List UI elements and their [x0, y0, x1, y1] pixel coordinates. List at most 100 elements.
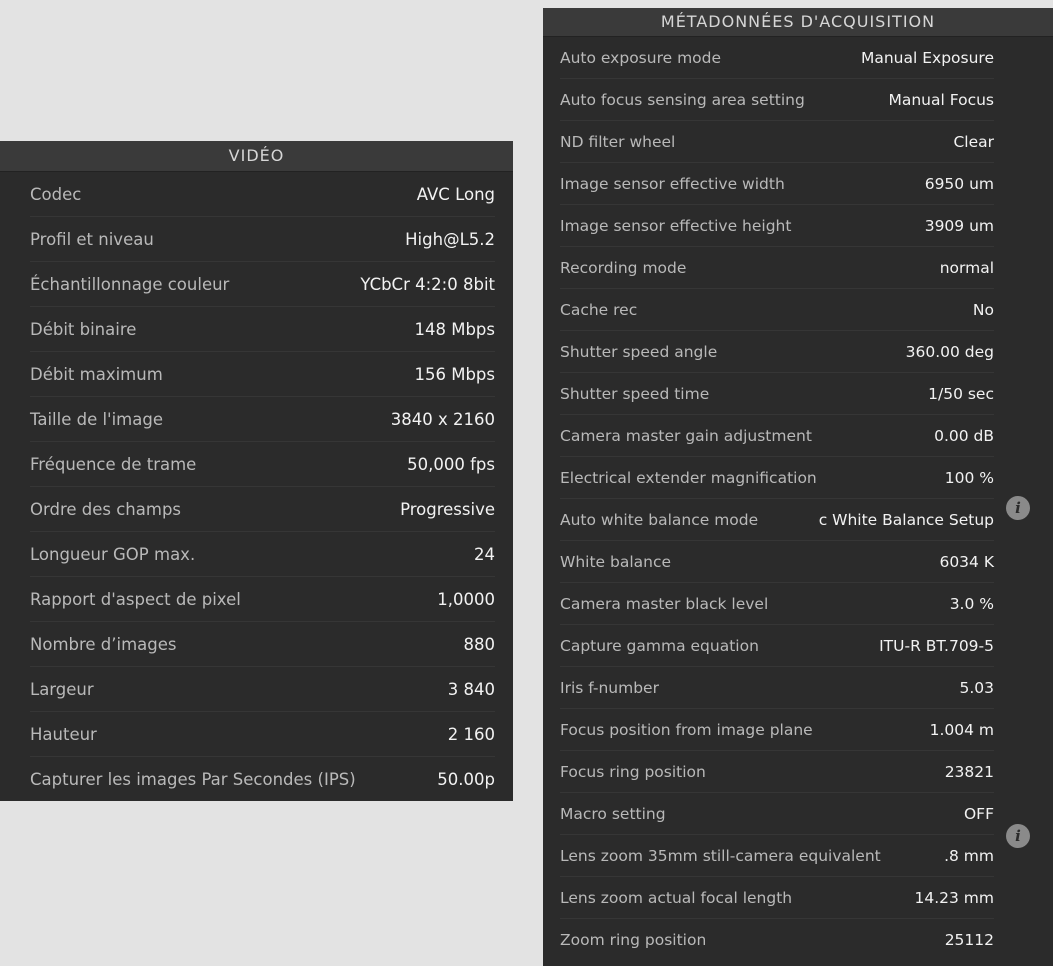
row-label: ND filter wheel	[560, 132, 676, 151]
metadata-row: Camera master gain adjustment 0.00 dB	[560, 415, 994, 457]
metadata-row: Image sensor effective width 6950 um	[560, 163, 994, 205]
info-icon[interactable]: i	[1006, 496, 1030, 520]
metadata-row: Ordre des champs Progressive	[30, 487, 495, 532]
row-label: Macro setting	[560, 804, 666, 823]
metadata-row: Hauteur 2 160	[30, 712, 495, 757]
row-value: ITU-R BT.709-5	[879, 636, 994, 655]
row-label: Recording mode	[560, 258, 687, 277]
acquisition-panel-title: MÉTADONNÉES D'ACQUISITION	[543, 8, 1053, 37]
metadata-row: Débit maximum 156 Mbps	[30, 352, 495, 397]
metadata-row: Macro setting OFF	[560, 793, 994, 835]
row-value: 1,0000	[437, 589, 495, 609]
row-label: Focus ring position	[560, 762, 706, 781]
row-label: Lens zoom actual focal length	[560, 888, 793, 907]
row-value: Clear	[953, 132, 994, 151]
metadata-row: Capture gamma equation ITU-R BT.709-5	[560, 625, 994, 667]
row-value: 360.00 deg	[905, 342, 994, 361]
metadata-row: Focus position from image plane 1.004 m	[560, 709, 994, 751]
row-label: Camera master gain adjustment	[560, 426, 812, 445]
row-value: normal	[939, 258, 994, 277]
row-label: Auto white balance mode	[560, 510, 759, 529]
row-label: Taille de l'image	[30, 409, 163, 429]
metadata-row: Nombre d’images 880	[30, 622, 495, 667]
metadata-row: Shutter speed angle 360.00 deg	[560, 331, 994, 373]
row-value: 1.004 m	[929, 720, 994, 739]
metadata-row: Auto white balance mode c White Balance S…	[560, 499, 994, 541]
metadata-row: Recording mode normal	[560, 247, 994, 289]
row-label: Longueur GOP max.	[30, 544, 196, 564]
metadata-row: Taille de l'image 3840 x 2160	[30, 397, 495, 442]
metadata-row: White balance 6034 K	[560, 541, 994, 583]
metadata-row: Capturer les images Par Secondes (IPS) 50…	[30, 757, 495, 801]
row-label: Image sensor effective height	[560, 216, 792, 235]
row-value: OFF	[963, 804, 994, 823]
row-value: 5.03	[959, 678, 994, 697]
row-label: Image sensor effective width	[560, 174, 785, 193]
metadata-row: ND filter wheel Clear	[560, 121, 994, 163]
row-value: AVC Long	[416, 184, 495, 204]
metadata-row: Cache rec No	[560, 289, 994, 331]
row-value: Progressive	[400, 499, 495, 519]
row-value: 3.0 %	[949, 594, 994, 613]
row-value: c White Balance Setup	[818, 510, 994, 529]
row-label: Profil et niveau	[30, 229, 154, 249]
metadata-row: Codec AVC Long	[30, 172, 495, 217]
row-value: 100 %	[944, 468, 994, 487]
acquisition-metadata-panel: MÉTADONNÉES D'ACQUISITION Auto exposure …	[543, 8, 1053, 966]
row-value: 0.00 dB	[934, 426, 994, 445]
row-label: Largeur	[30, 679, 94, 699]
row-label: Débit binaire	[30, 319, 137, 339]
row-value: 3840 x 2160	[390, 409, 495, 429]
row-value: 3909 um	[924, 216, 994, 235]
row-value: 156 Mbps	[414, 364, 495, 384]
metadata-row: Échantillonnage couleur YCbCr 4:2:0 8bit	[30, 262, 495, 307]
metadata-row: Zoom ring position 25112	[560, 919, 994, 960]
metadata-row: Camera master black level 3.0 %	[560, 583, 994, 625]
row-value: 25112	[944, 930, 994, 949]
row-value: 3 840	[447, 679, 495, 699]
row-label: Ordre des champs	[30, 499, 182, 519]
row-label: Shutter speed time	[560, 384, 710, 403]
metadata-row: Auto exposure mode Manual Exposure	[560, 37, 994, 79]
video-panel-title: VIDÉO	[0, 141, 513, 172]
row-value: 880	[463, 634, 496, 654]
row-label: Débit maximum	[30, 364, 163, 384]
metadata-row: Longueur GOP max. 24	[30, 532, 495, 577]
row-value: High@L5.2	[405, 229, 495, 249]
metadata-row: Image sensor effective height 3909 um	[560, 205, 994, 247]
video-rows: Codec AVC Long Profil et niveau High@L5.2 Éc…	[0, 172, 513, 801]
metadata-row: Débit binaire 148 Mbps	[30, 307, 495, 352]
row-label: Auto exposure mode	[560, 48, 722, 67]
row-value: 148 Mbps	[414, 319, 495, 339]
metadata-row: Electrical extender magnification 100 %	[560, 457, 994, 499]
row-label: Codec	[30, 184, 82, 204]
row-label: Focus position from image plane	[560, 720, 813, 739]
row-label: Auto focus sensing area setting	[560, 90, 805, 109]
row-value: 50.00p	[437, 769, 495, 789]
row-label: Cache rec	[560, 300, 638, 319]
row-label: White balance	[560, 552, 672, 571]
row-label: Fréquence de trame	[30, 454, 197, 474]
row-value: 50,000 fps	[407, 454, 495, 474]
row-label: Capturer les images Par Secondes (IPS)	[30, 769, 356, 789]
row-value: 2 160	[447, 724, 495, 744]
metadata-row: Lens zoom 35mm still-camera equivalent .8…	[560, 835, 994, 877]
row-value: Manual Focus	[888, 90, 994, 109]
row-label: Shutter speed angle	[560, 342, 718, 361]
acquisition-rows: Auto exposure mode Manual Exposure Auto fo…	[543, 37, 1053, 960]
row-value: 1/50 sec	[928, 384, 994, 403]
row-value: 6950 um	[924, 174, 994, 193]
metadata-row: Iris f-number 5.03	[560, 667, 994, 709]
info-icon[interactable]: i	[1006, 824, 1030, 848]
metadata-row: Profil et niveau High@L5.2	[30, 217, 495, 262]
metadata-row: Lens zoom actual focal length 14.23 mm	[560, 877, 994, 919]
row-value: .8 mm	[944, 846, 994, 865]
row-label: Camera master black level	[560, 594, 769, 613]
row-value: 14.23 mm	[914, 888, 995, 907]
metadata-row: Focus ring position 23821	[560, 751, 994, 793]
row-label: Lens zoom 35mm still-camera equivalent	[560, 846, 881, 865]
row-value: 24	[474, 544, 495, 564]
row-label: Zoom ring position	[560, 930, 707, 949]
metadata-row: Shutter speed time 1/50 sec	[560, 373, 994, 415]
row-label: Rapport d'aspect de pixel	[30, 589, 241, 609]
